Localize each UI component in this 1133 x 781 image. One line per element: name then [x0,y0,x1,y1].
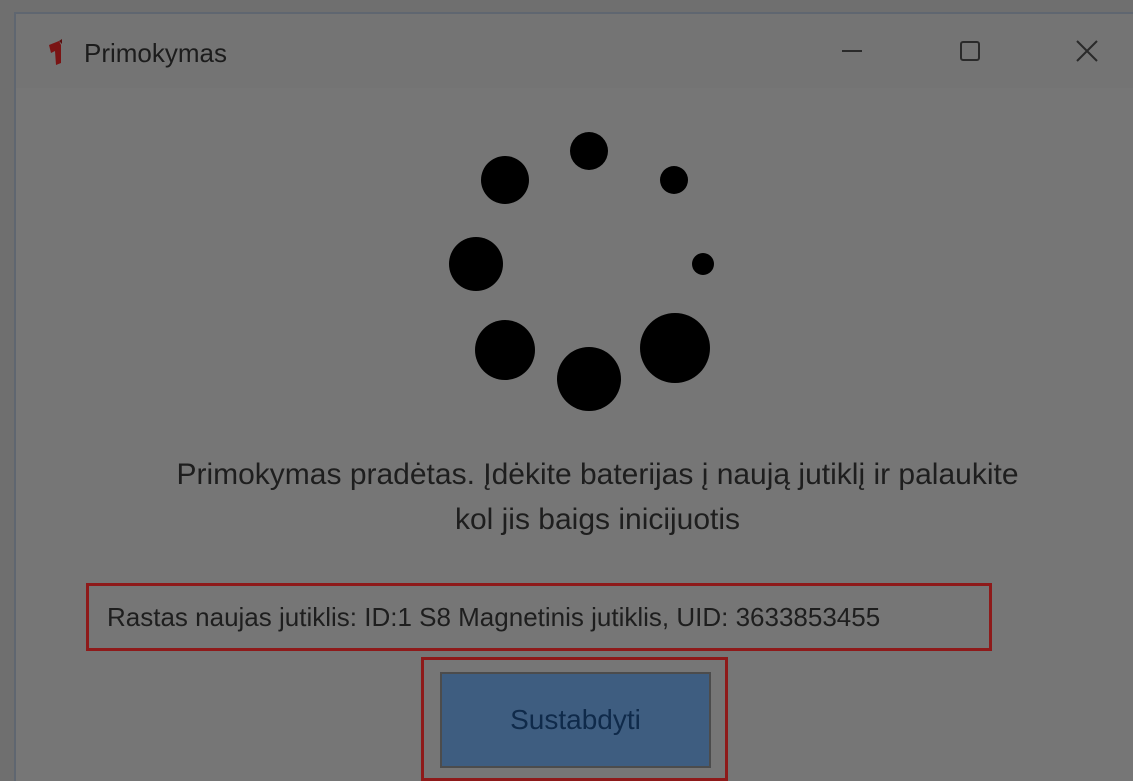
window-title: Primokymas [84,38,228,68]
stop-button[interactable]: Sustabdyti [440,672,711,768]
instruction-message: Primokymas pradėtas. Įdėkite baterijas į… [90,452,1105,542]
minimize-icon [842,50,862,52]
instruction-line-2: kol jis baigs inicijuotis [454,503,741,536]
close-icon [1076,40,1098,62]
close-button[interactable] [1031,14,1133,88]
maximize-icon [960,41,980,61]
status-text: Rastas naujas jutiklis: ID:1 S8 Magnetin… [107,601,881,632]
instruction-line-1: Primokymas pradėtas. Įdėkite baterijas į… [176,458,1019,491]
detected-sensor-status: Rastas naujas jutiklis: ID:1 S8 Magnetin… [86,583,992,651]
maximize-button[interactable] [914,14,1026,88]
title-bar[interactable]: Primokymas [16,14,1133,88]
app-logo-icon [49,39,62,65]
minimize-button[interactable] [796,14,908,88]
